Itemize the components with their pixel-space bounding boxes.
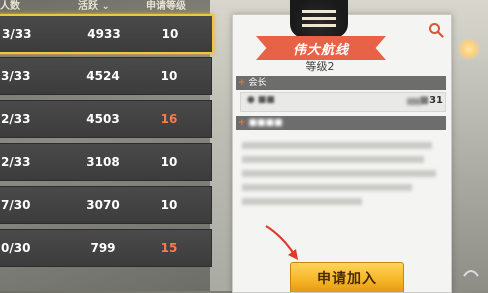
header-members: 人数 xyxy=(0,1,20,12)
guild-list-row[interactable]: 7/30 3070 10 xyxy=(0,186,212,224)
member-count: 0/30 xyxy=(1,241,31,255)
member-count: 2/33 xyxy=(1,155,31,169)
guild-name-banner: 伟大航线 xyxy=(256,36,386,60)
required-level: 10 xyxy=(161,27,179,41)
level-prefix-blurred: ■ xyxy=(419,95,430,106)
guild-list-row[interactable]: 2/33 3108 10 xyxy=(0,143,212,181)
list-header: 人数 活跃 ⌄ 申请等级 xyxy=(0,0,212,12)
sort-down-icon: ⌄ xyxy=(98,1,110,12)
search-icon[interactable] xyxy=(428,22,444,38)
required-level: 10 xyxy=(160,155,178,169)
corner-icon xyxy=(463,270,479,277)
notice-section-header: + ■■■■ xyxy=(236,116,446,130)
activity-value: 799 xyxy=(90,241,116,255)
guild-emblem xyxy=(290,0,348,38)
required-level: 15 xyxy=(160,241,178,255)
activity-value: 3070 xyxy=(86,198,120,212)
guild-list-row[interactable]: 3/33 4524 10 xyxy=(0,57,212,95)
member-count: 7/30 xyxy=(1,198,31,212)
lamp-light xyxy=(458,38,480,60)
activity-value: 4933 xyxy=(87,27,121,41)
activity-value: 3108 xyxy=(86,155,120,169)
plus-icon: + xyxy=(238,118,246,128)
activity-value: 4524 xyxy=(86,69,120,83)
member-count: 3/33 xyxy=(1,69,31,83)
leader-level: ■31 xyxy=(419,95,443,106)
plus-icon: + xyxy=(238,78,246,88)
header-level: 申请等级 xyxy=(146,1,186,12)
member-count: 2/33 xyxy=(1,112,31,126)
required-level: 10 xyxy=(160,69,178,83)
header-activity[interactable]: 活跃 ⌄ xyxy=(78,0,110,12)
guild-list-row[interactable]: 0/30 799 15 xyxy=(0,229,212,267)
required-level: 16 xyxy=(160,112,178,126)
guild-list-row[interactable]: 2/33 4503 16 xyxy=(0,100,212,138)
leader-row: ● ■■ ■31 xyxy=(240,92,446,112)
guild-list-row[interactable]: 3/33 4933 10 xyxy=(0,14,214,54)
hint-arrow-icon xyxy=(265,225,298,260)
blurred-section-title: ■■■■ xyxy=(248,118,283,128)
apply-join-button[interactable]: 申请加入 xyxy=(290,262,404,292)
leader-section-header: + 会长 xyxy=(236,76,446,90)
activity-value: 4503 xyxy=(86,112,120,126)
leader-name-blurred: ● ■■ xyxy=(247,95,275,105)
guild-name: 伟大航线 xyxy=(292,42,349,58)
member-count: 3/33 xyxy=(2,27,32,41)
guild-level: 等级2 xyxy=(305,60,335,73)
required-level: 10 xyxy=(160,198,178,212)
